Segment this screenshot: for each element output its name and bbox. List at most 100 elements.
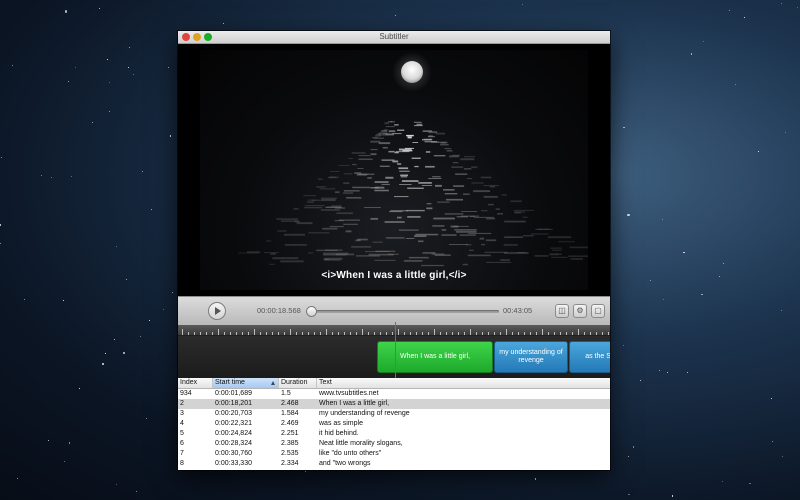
ruler-tick xyxy=(476,332,477,335)
star xyxy=(123,352,126,355)
star xyxy=(535,478,537,480)
water-ripple xyxy=(303,195,316,197)
star xyxy=(79,387,80,389)
water-ripple xyxy=(426,207,433,210)
timeline-block[interactable]: as the Su xyxy=(569,341,610,373)
star xyxy=(690,53,693,55)
column-header-duration[interactable]: Duration xyxy=(279,378,317,388)
ruler-tick xyxy=(608,332,609,335)
water-ripple xyxy=(305,205,325,207)
water-ripple xyxy=(485,261,512,263)
playhead[interactable] xyxy=(395,322,396,380)
cell-start-time: 0:00:33,330 xyxy=(215,460,252,467)
star xyxy=(126,279,127,280)
cell-duration: 2.385 xyxy=(281,440,299,447)
table-row[interactable]: 4 0:00:22,321 2.469 was as simple xyxy=(178,419,610,429)
water-ripple xyxy=(322,227,338,230)
water-ripple xyxy=(568,255,588,257)
column-header-start-time[interactable]: Start time xyxy=(213,378,279,388)
ruler-tick xyxy=(428,332,429,335)
snapshot-button[interactable]: ◫ xyxy=(555,304,569,318)
table-row[interactable]: 2 0:00:18,201 2.468 When I was a little gir… xyxy=(178,399,610,409)
water-ripple xyxy=(534,255,549,257)
water-ripple xyxy=(503,244,518,246)
water-ripple xyxy=(331,205,342,207)
settings-icon: ⚙ xyxy=(576,306,584,315)
ruler-tick xyxy=(248,332,249,335)
water-ripple xyxy=(296,222,313,225)
cell-duration: 1.584 xyxy=(281,410,299,417)
position-slider[interactable] xyxy=(309,310,499,313)
cell-index: 5 xyxy=(180,430,184,437)
cell-text: www.tvsubtitles.net xyxy=(319,390,379,397)
star xyxy=(743,16,745,18)
water-ripple xyxy=(500,259,510,261)
cell-duration: 2.334 xyxy=(281,460,299,467)
water-ripple xyxy=(385,176,394,179)
ruler-tick xyxy=(194,332,195,335)
water-ripple xyxy=(407,187,424,189)
subtitle-toggle-button[interactable]: ▢ xyxy=(591,304,605,318)
table-row[interactable]: 3 0:00:20,703 1.584 my understanding of rev… xyxy=(178,409,610,419)
star xyxy=(650,279,652,281)
ruler-tick xyxy=(536,332,537,335)
water-ripple xyxy=(399,170,410,172)
title-bar[interactable]: Subtitler xyxy=(178,31,610,44)
ruler-tick xyxy=(584,332,585,335)
water-ripple xyxy=(446,198,463,201)
subtitle-table[interactable]: Index Start time Duration Text 934 0:00:0… xyxy=(178,378,610,470)
window-title: Subtitler xyxy=(379,32,409,41)
water-ripple xyxy=(358,158,373,160)
water-ripple xyxy=(415,233,439,236)
subtitle-overlay-text: <i>When I was a little girl,</i> xyxy=(321,270,467,281)
ruler-tick xyxy=(302,332,303,335)
ruler-tick xyxy=(260,332,261,335)
star xyxy=(63,461,65,463)
column-header-index[interactable]: Index xyxy=(178,378,213,388)
ruler-tick xyxy=(506,329,507,335)
table-row[interactable]: 6 0:00:28,324 2.385 Neat little morality sl… xyxy=(178,439,610,449)
slider-knob[interactable] xyxy=(306,306,318,317)
column-header-text[interactable]: Text xyxy=(317,378,610,388)
water-ripple xyxy=(438,141,448,143)
water-ripple xyxy=(522,216,528,218)
ruler-tick xyxy=(530,332,531,335)
table-row[interactable]: 7 0:00:30,760 2.535 like "do unto others" xyxy=(178,449,610,459)
water-ripple xyxy=(489,185,496,188)
star xyxy=(784,131,786,133)
table-row[interactable]: 934 0:00:01,689 1.5 www.tvsubtitles.net xyxy=(178,389,610,399)
water-ripple xyxy=(411,157,421,159)
water-ripple xyxy=(321,199,336,201)
ruler-tick xyxy=(200,332,201,335)
water-ripple xyxy=(483,195,498,198)
water-ripple xyxy=(422,138,432,141)
timeline-block[interactable]: my understanding of revenge xyxy=(494,341,568,373)
water-ripple xyxy=(504,252,529,254)
water-ripple xyxy=(390,121,395,123)
water-ripple xyxy=(421,185,433,186)
water-ripple xyxy=(558,241,575,243)
water-ripple xyxy=(367,177,372,179)
water-ripple xyxy=(321,197,337,199)
subtitle-track[interactable]: When I was a little girl, my understandi… xyxy=(178,336,610,378)
table-row[interactable]: 8 0:00:33,330 2.334 and "two wrongs xyxy=(178,459,610,469)
table-row[interactable]: 5 0:00:24,824 2.251 it hid behind. xyxy=(178,429,610,439)
cell-text: and "two wrongs xyxy=(319,460,371,467)
play-button[interactable] xyxy=(208,302,226,320)
water-ripple xyxy=(414,235,427,237)
water-ripple xyxy=(385,237,405,239)
water-ripple xyxy=(431,253,445,255)
ruler-tick xyxy=(224,332,225,335)
video-player[interactable]: <i>When I was a little girl,</i> xyxy=(178,44,610,296)
star xyxy=(729,9,730,11)
cell-text: it hid behind. xyxy=(319,430,359,437)
star xyxy=(40,175,42,177)
water-ripple xyxy=(530,233,549,235)
ruler-tick xyxy=(290,329,291,335)
water-ripple xyxy=(428,178,442,179)
water-ripple xyxy=(397,129,405,131)
water-ripple xyxy=(355,239,361,242)
star xyxy=(0,224,2,226)
settings-button[interactable]: ⚙ xyxy=(573,304,587,318)
timeline-ruler[interactable] xyxy=(178,325,610,336)
